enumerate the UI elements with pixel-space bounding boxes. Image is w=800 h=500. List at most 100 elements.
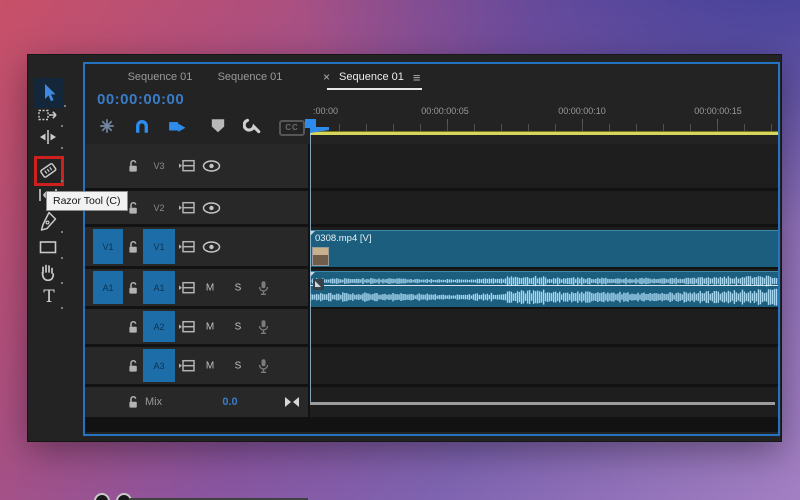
ripple-edit-icon (37, 126, 59, 148)
sync-lock-icon[interactable] (179, 201, 195, 214)
toggle-track-output-icon[interactable] (202, 160, 221, 173)
pen-nib-icon (37, 210, 59, 232)
premiere-window: T Razor Tool (C) Sequence 01 Sequence 01… (28, 55, 781, 500)
audio-waveform (310, 275, 778, 306)
track-content-a2[interactable] (310, 309, 778, 344)
track-target-a3[interactable]: A3 (143, 349, 175, 382)
lock-icon[interactable] (127, 240, 139, 254)
toggle-track-output-icon[interactable] (202, 201, 221, 214)
sync-lock-icon[interactable] (179, 160, 195, 173)
track-row-a2: A2 M S (85, 309, 778, 344)
playhead-timecode[interactable]: 00:00:00:00 (97, 91, 184, 108)
sync-lock-icon[interactable] (179, 281, 195, 294)
zoom-handle-left[interactable] (94, 493, 110, 500)
track-row-a3: A3 M S (85, 347, 778, 384)
tab-sequence-01-active[interactable]: × Sequence 01 ≡ (315, 64, 420, 90)
track-target-a1[interactable]: A1 (143, 271, 175, 304)
add-marker-icon[interactable] (209, 117, 224, 135)
video-clip-0308[interactable]: 0308.mp4 [V] (310, 230, 778, 267)
mute-button[interactable]: M (202, 360, 218, 371)
hand-tool-button[interactable] (37, 261, 63, 285)
pen-tool-button[interactable] (37, 210, 63, 234)
razor-tool-button[interactable] (37, 159, 63, 183)
keyframe-navigator-icon[interactable] (285, 397, 299, 407)
sync-lock-icon[interactable] (179, 320, 195, 333)
track-target-v1[interactable]: V1 (143, 229, 175, 264)
tab-sequence-01-a[interactable]: Sequence 01 (115, 64, 205, 90)
lock-icon[interactable] (127, 281, 139, 295)
video-clip-label: 0308.mp4 [V] (315, 233, 372, 244)
source-patch-v1[interactable]: V1 (93, 229, 123, 264)
captions-icon[interactable]: CC (279, 120, 305, 136)
ruler-label-5: 00:00:00:05 (421, 106, 469, 116)
nest-icon[interactable] (98, 117, 116, 135)
playhead-handle[interactable] (305, 119, 316, 128)
lock-icon[interactable] (127, 395, 139, 409)
tab-label: Sequence 01 (339, 71, 404, 83)
linked-selection-icon[interactable] (168, 117, 186, 135)
track-header-a1: A1 A1 M S (85, 269, 308, 306)
track-header-a2: A2 M S (85, 309, 308, 344)
lock-icon[interactable] (127, 159, 139, 173)
track-content-v3[interactable] (310, 144, 778, 188)
hand-icon (37, 261, 59, 283)
toggle-track-output-icon[interactable] (202, 240, 221, 253)
track-target-a2[interactable]: A2 (143, 311, 175, 342)
sync-lock-icon[interactable] (179, 240, 195, 253)
tools-panel: T (28, 55, 83, 441)
rectangle-tool-button[interactable] (37, 236, 63, 260)
track-header-v1: V1 V1 (85, 227, 308, 266)
audio-level-rubber-band[interactable] (310, 285, 778, 286)
track-row-v2: V2 (85, 191, 778, 224)
audio-clip-0308[interactable] (310, 271, 778, 307)
track-content-v2[interactable] (310, 191, 778, 224)
razor-blade-icon (37, 159, 59, 181)
type-tool-icon: T (43, 287, 55, 307)
playhead-line (310, 133, 311, 402)
mute-button[interactable]: M (202, 321, 218, 332)
time-ruler[interactable]: :00:00 00:00:00:05 00:00:00:10 00:00:00:… (310, 104, 778, 134)
razor-tool-tooltip: Razor Tool (C) (46, 191, 128, 211)
track-header-v3: V3 (85, 144, 308, 188)
selection-arrow-icon (38, 82, 60, 104)
track-header-master: Mix 0.0 (85, 387, 308, 417)
lock-icon[interactable] (127, 201, 139, 215)
timeline-horizontal-scrollbar[interactable] (310, 402, 775, 405)
rectangle-icon (37, 236, 59, 258)
lock-icon[interactable] (127, 359, 139, 373)
solo-button[interactable]: S (230, 282, 246, 293)
timeline-settings-wrench-icon[interactable] (243, 117, 261, 135)
track-target-v2[interactable]: V2 (143, 193, 175, 222)
video-clip-thumbnail (312, 247, 329, 266)
track-select-icon (37, 104, 59, 126)
ruler-label-0: :00:00 (313, 106, 339, 116)
master-level-value[interactable]: 0.0 (215, 396, 245, 408)
track-content-a3[interactable] (310, 347, 778, 384)
work-area-bar[interactable] (310, 131, 778, 135)
lock-icon[interactable] (127, 320, 139, 334)
track-select-forward-tool-button[interactable] (37, 104, 63, 128)
solo-button[interactable]: S (230, 360, 246, 371)
track-target-v3[interactable]: V3 (143, 146, 175, 186)
track-row-v3: V3 (85, 144, 778, 188)
tab-sequence-01-b[interactable]: Sequence 01 (205, 64, 295, 90)
voiceover-mic-icon[interactable] (257, 280, 270, 295)
solo-button[interactable]: S (230, 321, 246, 332)
ruler-minor-ticks (312, 124, 778, 131)
fx-badge-icon (313, 279, 324, 290)
ripple-edit-tool-button[interactable] (37, 126, 63, 150)
desktop-background: T Razor Tool (C) Sequence 01 Sequence 01… (0, 0, 800, 500)
voiceover-mic-icon[interactable] (257, 358, 270, 373)
type-tool-button[interactable]: T (37, 286, 63, 310)
mute-button[interactable]: M (202, 282, 218, 293)
tab-close-icon[interactable]: × (323, 71, 330, 83)
panel-menu-icon[interactable]: ≡ (413, 71, 421, 84)
sync-lock-icon[interactable] (179, 359, 195, 372)
track-header-a3: A3 M S (85, 347, 308, 384)
voiceover-mic-icon[interactable] (257, 319, 270, 334)
source-patch-a1[interactable]: A1 (93, 271, 123, 304)
ruler-label-15: 00:00:00:15 (694, 106, 742, 116)
timeline-panel: Sequence 01 Sequence 01 × Sequence 01 ≡ … (83, 62, 780, 500)
ruler-label-10: 00:00:00:10 (558, 106, 606, 116)
snap-magnet-icon[interactable] (133, 117, 151, 135)
